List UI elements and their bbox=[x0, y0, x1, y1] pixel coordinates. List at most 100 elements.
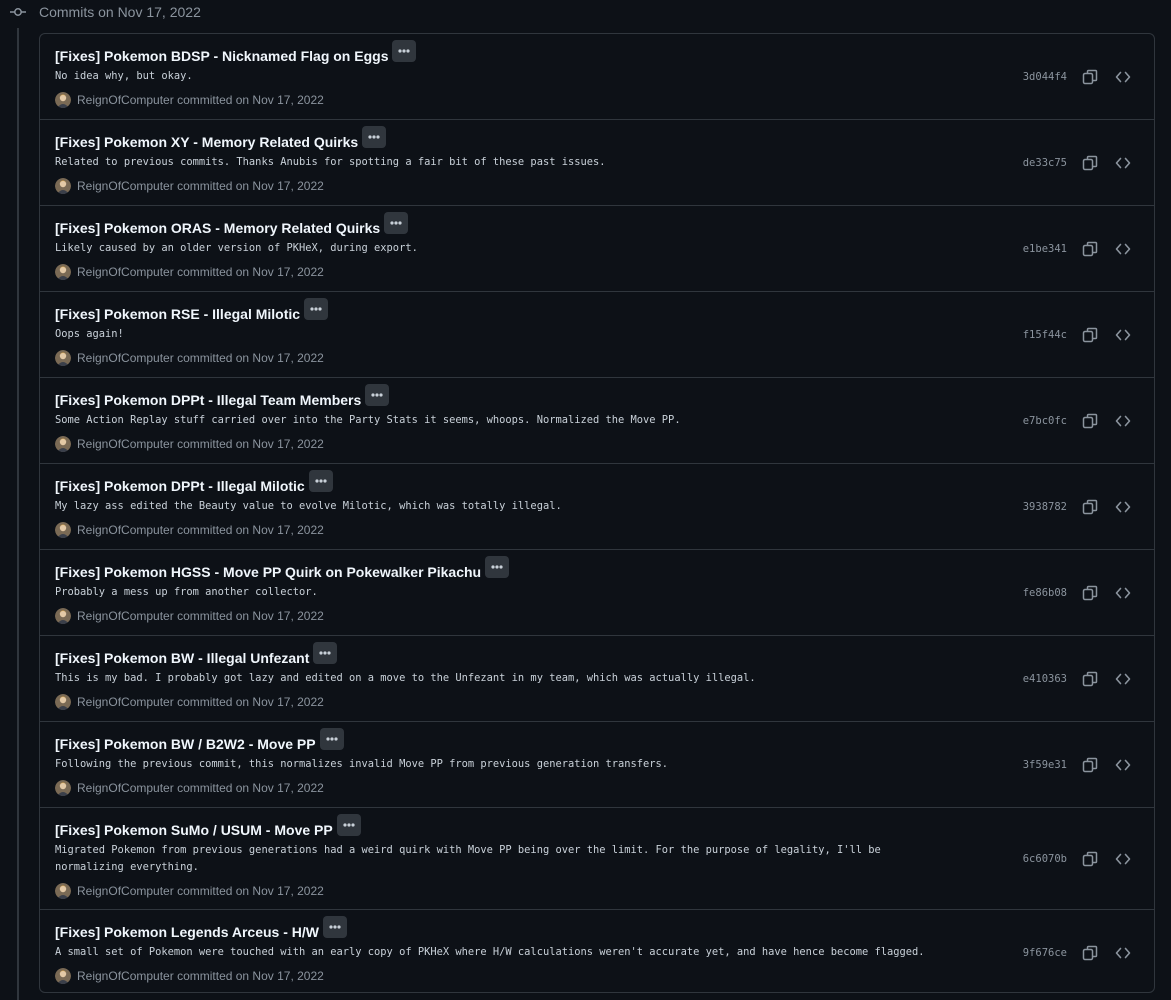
ellipsis-expand-button[interactable] bbox=[362, 126, 387, 148]
ellipsis-icon bbox=[315, 479, 327, 483]
code-browse-icon[interactable] bbox=[1112, 238, 1134, 260]
commit-author-link[interactable]: ReignOfComputer bbox=[77, 351, 174, 365]
commit-row: [Fixes] Pokemon BW / B2W2 - Move PP Foll… bbox=[40, 722, 1154, 808]
commit-title-link[interactable]: [Fixes] Pokemon BW / B2W2 - Move PP bbox=[55, 736, 316, 752]
avatar[interactable] bbox=[55, 780, 71, 796]
ellipsis-expand-button[interactable] bbox=[392, 40, 417, 62]
copy-icon[interactable] bbox=[1079, 410, 1101, 432]
ellipsis-expand-button[interactable] bbox=[308, 470, 333, 492]
commit-author-link[interactable]: ReignOfComputer bbox=[77, 695, 174, 709]
commit-sha-link[interactable]: 3938782 bbox=[1023, 501, 1067, 513]
commit-row: [Fixes] Pokemon HGSS - Move PP Quirk on … bbox=[40, 550, 1154, 636]
commit-author-link[interactable]: ReignOfComputer bbox=[77, 437, 174, 451]
commit-title-link[interactable]: [Fixes] Pokemon DPPt - Illegal Milotic bbox=[55, 478, 305, 494]
commit-sha-link[interactable]: e1be341 bbox=[1023, 243, 1067, 255]
code-browse-icon[interactable] bbox=[1112, 582, 1134, 604]
copy-icon[interactable] bbox=[1079, 754, 1101, 776]
commit-author-link[interactable]: ReignOfComputer bbox=[77, 781, 174, 795]
ellipsis-icon bbox=[310, 307, 322, 311]
code-browse-icon[interactable] bbox=[1112, 754, 1134, 776]
ellipsis-icon bbox=[326, 737, 338, 741]
ellipsis-expand-button[interactable] bbox=[336, 814, 361, 836]
code-browse-icon[interactable] bbox=[1112, 496, 1134, 518]
ellipsis-expand-button[interactable] bbox=[304, 298, 329, 320]
commit-description: No idea why, but okay. bbox=[55, 70, 193, 82]
commit-date: committed on Nov 17, 2022 bbox=[177, 265, 324, 279]
avatar[interactable] bbox=[55, 264, 71, 280]
commit-author-link[interactable]: ReignOfComputer bbox=[77, 969, 174, 983]
ellipsis-expand-button[interactable] bbox=[365, 384, 390, 406]
ellipsis-expand-button[interactable] bbox=[313, 642, 338, 664]
commit-sha-link[interactable]: f15f44c bbox=[1023, 329, 1067, 341]
commit-title-link[interactable]: [Fixes] Pokemon BW - Illegal Unfezant bbox=[55, 650, 309, 666]
ellipsis-icon bbox=[398, 49, 411, 53]
avatar[interactable] bbox=[55, 92, 71, 108]
commit-title-link[interactable]: [Fixes] Pokemon SuMo / USUM - Move PP bbox=[55, 822, 333, 838]
avatar[interactable] bbox=[55, 522, 71, 538]
commit-sha-link[interactable]: e7bc0fc bbox=[1023, 415, 1067, 427]
commit-sha-link[interactable]: fe86b08 bbox=[1023, 587, 1067, 599]
commit-sha-link[interactable]: de33c75 bbox=[1023, 157, 1067, 169]
copy-icon[interactable] bbox=[1079, 942, 1101, 964]
commit-sha-link[interactable]: 6c6070b bbox=[1023, 853, 1067, 865]
copy-icon[interactable] bbox=[1079, 582, 1101, 604]
commit-title-link[interactable]: [Fixes] Pokemon HGSS - Move PP Quirk on … bbox=[55, 564, 481, 580]
avatar[interactable] bbox=[55, 968, 71, 984]
avatar[interactable] bbox=[55, 608, 71, 624]
ellipsis-icon bbox=[343, 823, 355, 827]
code-browse-icon[interactable] bbox=[1112, 152, 1134, 174]
commit-author-link[interactable]: ReignOfComputer bbox=[77, 609, 174, 623]
ellipsis-expand-button[interactable] bbox=[384, 212, 409, 234]
commit-description: Migrated Pokemon from previous generatio… bbox=[55, 844, 881, 873]
copy-icon[interactable] bbox=[1079, 668, 1101, 690]
avatar[interactable] bbox=[55, 436, 71, 452]
copy-icon[interactable] bbox=[1079, 324, 1101, 346]
code-browse-icon[interactable] bbox=[1112, 324, 1134, 346]
commit-author-link[interactable]: ReignOfComputer bbox=[77, 884, 174, 898]
ellipsis-expand-button[interactable] bbox=[485, 556, 510, 578]
commit-sha-link[interactable]: 9f676ce bbox=[1023, 947, 1067, 959]
commit-date: committed on Nov 17, 2022 bbox=[177, 351, 324, 365]
ellipsis-icon bbox=[319, 651, 331, 655]
copy-icon[interactable] bbox=[1079, 238, 1101, 260]
ellipsis-icon bbox=[390, 221, 402, 225]
commit-date: committed on Nov 17, 2022 bbox=[177, 437, 324, 451]
commit-author-link[interactable]: ReignOfComputer bbox=[77, 93, 174, 107]
commit-row: [Fixes] Pokemon Legends Arceus - H/W A s… bbox=[40, 910, 1154, 992]
copy-icon[interactable] bbox=[1079, 848, 1101, 870]
commit-description: Following the previous commit, this norm… bbox=[55, 758, 669, 770]
ellipsis-expand-button[interactable] bbox=[319, 728, 344, 750]
copy-icon[interactable] bbox=[1079, 152, 1101, 174]
avatar[interactable] bbox=[55, 883, 71, 899]
commit-title-link[interactable]: [Fixes] Pokemon ORAS - Memory Related Qu… bbox=[55, 220, 380, 236]
commit-author-link[interactable]: ReignOfComputer bbox=[77, 265, 174, 279]
avatar[interactable] bbox=[55, 694, 71, 710]
copy-icon[interactable] bbox=[1079, 66, 1101, 88]
commit-author-link[interactable]: ReignOfComputer bbox=[77, 179, 174, 193]
code-browse-icon[interactable] bbox=[1112, 848, 1134, 870]
commit-list: [Fixes] Pokemon BDSP - Nicknamed Flag on… bbox=[39, 33, 1155, 993]
commit-sha-link[interactable]: 3f59e31 bbox=[1023, 759, 1067, 771]
commit-title-link[interactable]: [Fixes] Pokemon Legends Arceus - H/W bbox=[55, 924, 319, 940]
commit-sha-link[interactable]: e410363 bbox=[1023, 673, 1067, 685]
commit-author-link[interactable]: ReignOfComputer bbox=[77, 523, 174, 537]
commit-date: committed on Nov 17, 2022 bbox=[177, 884, 324, 898]
commit-title-link[interactable]: [Fixes] Pokemon BDSP - Nicknamed Flag on… bbox=[55, 48, 388, 64]
commit-title-link[interactable]: [Fixes] Pokemon RSE - Illegal Milotic bbox=[55, 306, 300, 322]
ellipsis-expand-button[interactable] bbox=[322, 916, 347, 938]
avatar[interactable] bbox=[55, 178, 71, 194]
code-browse-icon[interactable] bbox=[1112, 410, 1134, 432]
copy-icon[interactable] bbox=[1079, 496, 1101, 518]
commit-date: committed on Nov 17, 2022 bbox=[177, 179, 324, 193]
commit-row: [Fixes] Pokemon BDSP - Nicknamed Flag on… bbox=[40, 34, 1154, 120]
commit-sha-link[interactable]: 3d044f4 bbox=[1023, 71, 1067, 83]
commit-description: Some Action Replay stuff carried over in… bbox=[55, 414, 681, 426]
code-browse-icon[interactable] bbox=[1112, 66, 1134, 88]
ellipsis-icon bbox=[329, 925, 341, 929]
commit-group-title: Commits on Nov 17, 2022 bbox=[39, 4, 201, 20]
code-browse-icon[interactable] bbox=[1112, 668, 1134, 690]
commit-title-link[interactable]: [Fixes] Pokemon DPPt - Illegal Team Memb… bbox=[55, 392, 361, 408]
commit-title-link[interactable]: [Fixes] Pokemon XY - Memory Related Quir… bbox=[55, 134, 358, 150]
avatar[interactable] bbox=[55, 350, 71, 366]
code-browse-icon[interactable] bbox=[1112, 942, 1134, 964]
